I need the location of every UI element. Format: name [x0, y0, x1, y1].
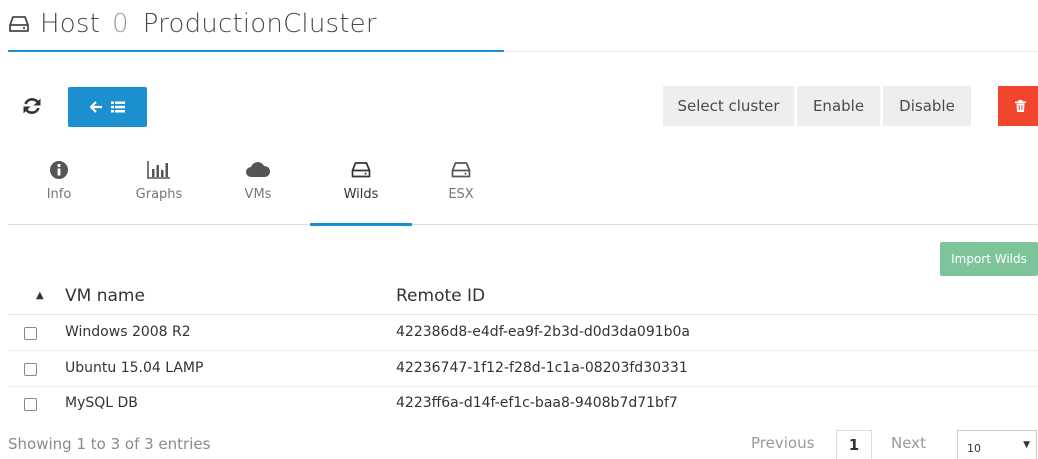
- tab-info[interactable]: Info: [34, 160, 84, 216]
- next-page-button[interactable]: Next: [891, 434, 926, 452]
- page-size-select[interactable]: 10 ▼: [957, 430, 1037, 459]
- previous-page-button[interactable]: Previous: [751, 434, 814, 452]
- cloud-icon: [246, 162, 271, 177]
- trash-icon: [1014, 100, 1026, 112]
- row-checkbox[interactable]: [24, 363, 37, 376]
- tabs-divider: [8, 224, 1038, 225]
- info-circle-icon: [50, 161, 68, 179]
- tab-wilds-label: Wilds: [343, 187, 379, 202]
- entries-info: Showing 1 to 3 of 3 entries: [8, 435, 211, 453]
- list-icon: [111, 101, 125, 113]
- page-title: Host 0 ProductionCluster: [40, 9, 377, 39]
- delete-button[interactable]: [998, 86, 1038, 126]
- sort-ascending-icon[interactable]: ▲: [36, 290, 44, 301]
- title-name: ProductionCluster: [142, 9, 377, 39]
- title-number: 0: [112, 9, 129, 39]
- remote-id-cell: 4223ff6a-d14f-ef1c-baa8-9408b7d71bf7: [396, 395, 678, 411]
- select-cluster-button[interactable]: Select cluster: [663, 86, 794, 126]
- vm-name-cell: MySQL DB: [65, 395, 138, 411]
- tab-wilds[interactable]: Wilds: [334, 160, 388, 216]
- tab-esx[interactable]: ESX: [436, 160, 486, 216]
- remote-id-cell: 422386d8-e4df-ea9f-2b3d-d0d3da091b0a: [396, 324, 691, 340]
- tab-info-label: Info: [46, 187, 72, 202]
- import-wilds-button[interactable]: Import Wilds: [940, 242, 1038, 276]
- remote-id-cell: 42236747-1f12-f28d-1c1a-08203fd30331: [396, 360, 688, 376]
- column-header-remote-id[interactable]: Remote ID: [396, 286, 485, 306]
- table-row: MySQL DB 4223ff6a-d14f-ef1c-baa8-9408b7d…: [8, 386, 1038, 422]
- active-tab-indicator: [310, 223, 412, 226]
- vm-name-cell: Windows 2008 R2: [65, 324, 191, 340]
- title-type: Host: [40, 9, 100, 39]
- tab-vms[interactable]: VMs: [232, 160, 284, 216]
- back-to-list-button[interactable]: [68, 87, 147, 127]
- row-checkbox[interactable]: [24, 327, 37, 340]
- refresh-icon[interactable]: [21, 95, 43, 117]
- tab-esx-label: ESX: [448, 187, 474, 202]
- page-1-button[interactable]: 1: [836, 430, 872, 459]
- bar-chart-icon: [147, 161, 170, 179]
- hard-drive-icon: [351, 162, 371, 178]
- tab-graphs-label: Graphs: [135, 187, 183, 202]
- tab-graphs[interactable]: Graphs: [125, 160, 193, 216]
- vm-name-cell: Ubuntu 15.04 LAMP: [65, 360, 204, 376]
- enable-button[interactable]: Enable: [797, 86, 880, 126]
- tab-vms-label: VMs: [244, 187, 272, 202]
- page-header: Host 0 ProductionCluster: [8, 4, 377, 44]
- page-size-value: 10: [967, 442, 981, 455]
- column-header-vm-name[interactable]: VM name: [65, 286, 145, 306]
- table-row: Windows 2008 R2 422386d8-e4df-ea9f-2b3d-…: [8, 315, 1038, 351]
- disable-button[interactable]: Disable: [883, 86, 971, 126]
- table-row: Ubuntu 15.04 LAMP 42236747-1f12-f28d-1c1…: [8, 351, 1038, 387]
- hard-drive-icon: [9, 16, 29, 32]
- row-checkbox[interactable]: [24, 398, 37, 411]
- caret-down-icon: ▼: [1023, 440, 1030, 450]
- arrow-left-icon: [90, 101, 102, 113]
- title-divider: [504, 51, 1038, 52]
- hard-drive-icon: [451, 162, 471, 178]
- title-underline: [8, 50, 504, 52]
